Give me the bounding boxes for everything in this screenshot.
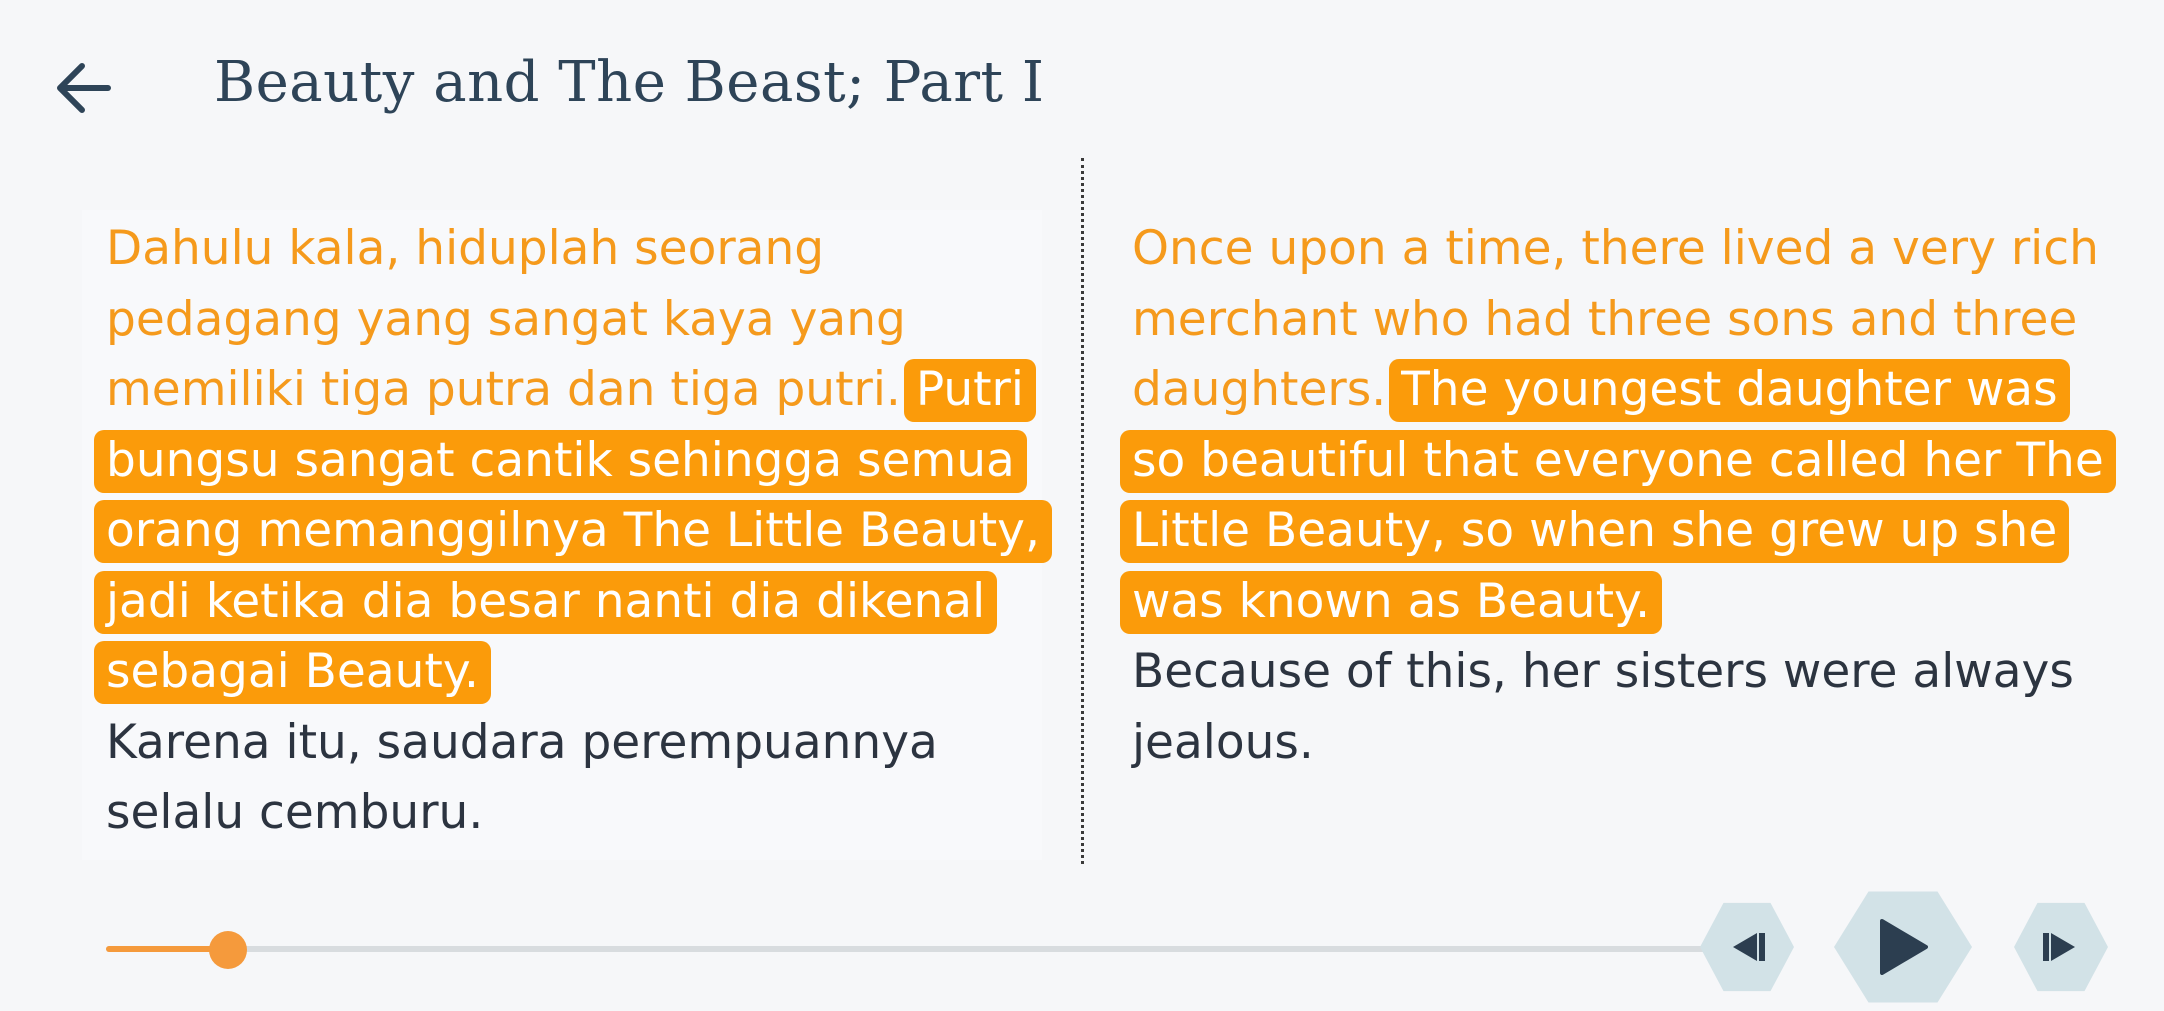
play-button[interactable] [1834, 891, 1972, 1003]
play-icon [1880, 919, 1928, 975]
skip-next-icon [2043, 933, 2075, 961]
previous-sentence-button[interactable] [1700, 902, 1794, 992]
source-upcoming-sentence[interactable]: Karena itu, saudara perempuannya selalu … [106, 715, 938, 841]
next-sentence-button[interactable] [2014, 902, 2108, 992]
translation-text-panel: Once upon a time, there lived a very ric… [1120, 214, 2134, 778]
column-divider [1081, 158, 1084, 864]
skip-previous-icon [1733, 933, 1765, 961]
page-title: Beauty and The Beast; Part I [214, 50, 1045, 115]
translation-upcoming-sentence[interactable]: Because of this, her sisters were always… [1132, 644, 2074, 770]
source-text-panel: Dahulu kala, hiduplah seorang pedagang y… [94, 214, 1078, 849]
seek-handle[interactable] [208, 931, 247, 969]
back-button[interactable] [48, 52, 120, 124]
arrow-left-icon [57, 63, 111, 113]
seek-track [106, 946, 1726, 952]
source-read-sentence[interactable]: Dahulu kala, hiduplah seorang pedagang y… [106, 221, 906, 417]
audio-seek-bar[interactable] [106, 931, 1726, 969]
